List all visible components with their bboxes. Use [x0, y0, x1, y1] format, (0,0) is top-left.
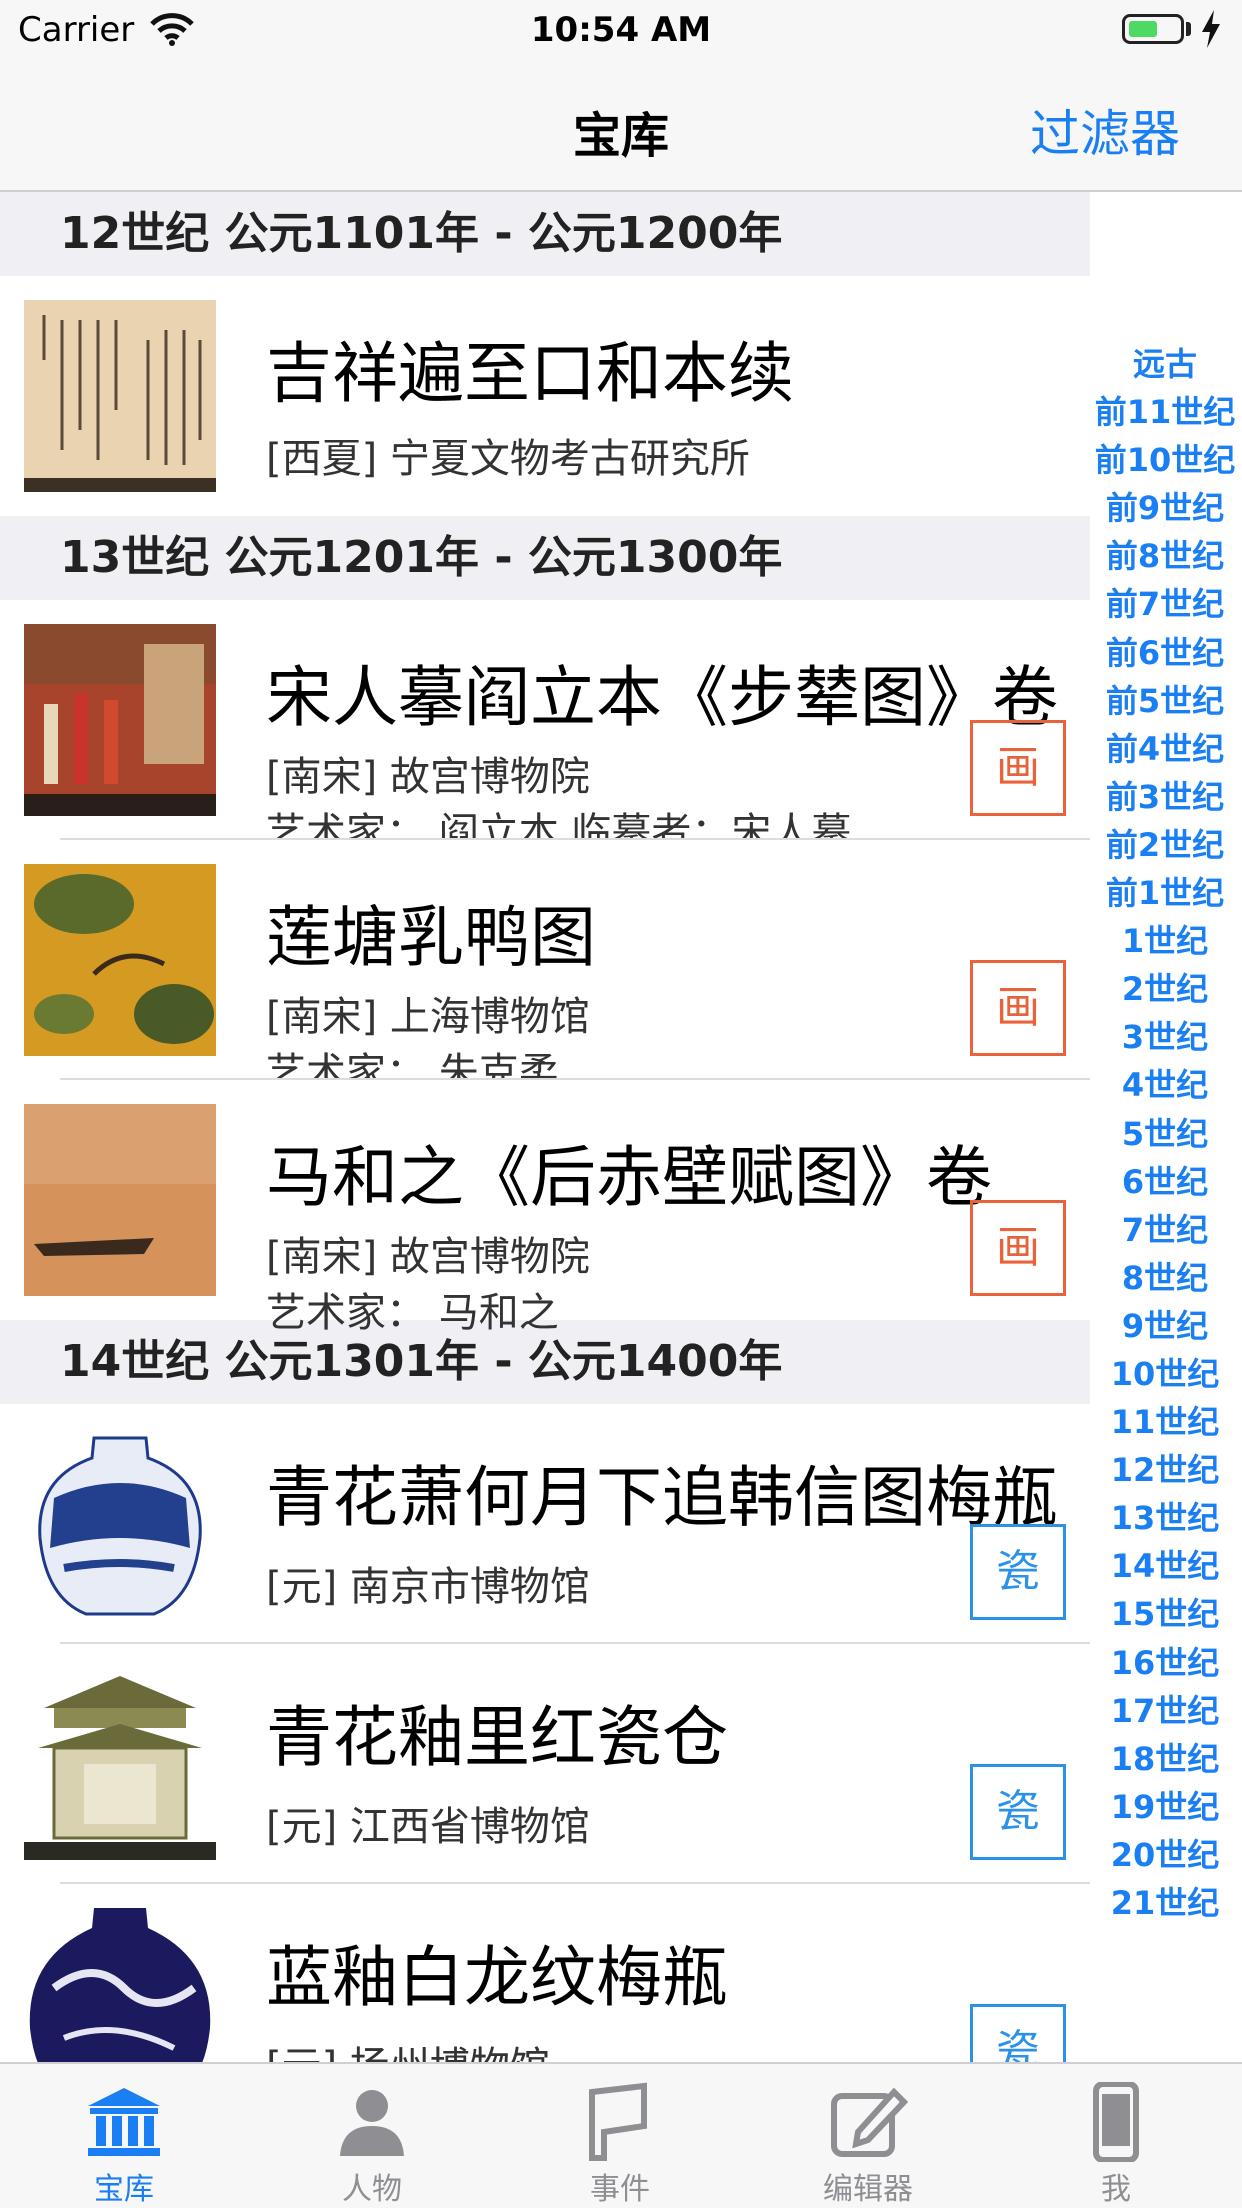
tab-label: 编辑器 [823, 2172, 913, 2207]
list-item[interactable]: 宋人摹阎立本《步辇图》卷 [南宋] 故宫博物院 艺术家： 阎立本 临摹者：宋人摹… [0, 600, 1090, 856]
list-item[interactable]: 青花萧何月下追韩信图梅瓶 [元] 南京市博物馆 瓷 [0, 1404, 1090, 1644]
section-index-item[interactable]: 7世纪 [1094, 1206, 1236, 1254]
section-index-item[interactable]: 前2世纪 [1094, 821, 1236, 869]
item-artist: 艺术家： 马和之 [266, 1290, 559, 1336]
tab-treasury[interactable]: 宝库 [0, 2064, 248, 2210]
section-index-item[interactable]: 8世纪 [1094, 1254, 1236, 1302]
edit-icon [831, 2087, 908, 2157]
tab-events[interactable]: 事件 [496, 2064, 744, 2210]
section-index-item[interactable]: 前10世纪 [1094, 436, 1236, 484]
list-item[interactable]: 蓝釉白龙纹梅瓶 [元] 扬州博物馆 瓷 [0, 1884, 1090, 2062]
porcelain-badge: 瓷 [970, 1524, 1066, 1620]
charging-icon [1200, 10, 1222, 52]
thumbnail [24, 1428, 216, 1620]
section-index-item[interactable]: 21世纪 [1094, 1879, 1236, 1927]
tab-bar: 宝库 人物 事件 编辑器 我 [0, 2062, 1242, 2208]
tab-label: 我 [1101, 2172, 1131, 2207]
item-museum: [元] 扬州博物馆 [266, 2034, 550, 2062]
tab-editor[interactable]: 编辑器 [744, 2064, 992, 2210]
section-index-item[interactable]: 3世纪 [1094, 1013, 1236, 1061]
painting-badge: 画 [970, 1200, 1066, 1296]
section-header: 13世纪 公元1201年 - 公元1300年 [0, 516, 1090, 600]
section-index-item[interactable]: 6世纪 [1094, 1158, 1236, 1206]
treasure-list[interactable]: 12世纪 公元1101年 - 公元1200年 吉祥遍至口和本续 [西夏] 宁夏文… [0, 192, 1090, 2062]
tab-label: 事件 [590, 2172, 650, 2207]
section-index-item[interactable]: 12世纪 [1094, 1446, 1236, 1494]
section-index-item[interactable]: 远古 [1094, 340, 1236, 388]
section-index-item[interactable]: 17世纪 [1094, 1687, 1236, 1735]
section-index-item[interactable]: 9世纪 [1094, 1302, 1236, 1350]
item-title: 蓝釉白龙纹梅瓶 [266, 1939, 728, 2016]
item-museum: [元] 南京市博物馆 [266, 1564, 590, 1610]
section-index-item[interactable]: 14世纪 [1094, 1542, 1236, 1590]
person-icon [340, 2090, 404, 2156]
section-index[interactable]: 远古 前11世纪 前10世纪 前9世纪 前8世纪 前7世纪 前6世纪 前5世纪 前4世纪 前3世纪… [1094, 340, 1236, 1927]
list-item[interactable]: 青花釉里红瓷仓 [元] 江西省博物馆 瓷 [0, 1644, 1090, 1884]
battery-tip [1186, 22, 1191, 36]
tab-people[interactable]: 人物 [248, 2064, 496, 2210]
item-title: 莲塘乳鸭图 [266, 899, 596, 976]
list-item[interactable]: 马和之《后赤壁赋图》卷 [南宋] 故宫博物院 艺术家： 马和之 画 [0, 1080, 1090, 1336]
thumbnail [24, 1668, 216, 1860]
museum-icon [88, 2088, 160, 2156]
item-museum: [南宋] 故宫博物院 [266, 754, 590, 800]
list-item[interactable]: 吉祥遍至口和本续 [西夏] 宁夏文物考古研究所 [0, 276, 1090, 516]
item-title: 青花釉里红瓷仓 [266, 1699, 728, 1776]
section-index-item[interactable]: 16世纪 [1094, 1639, 1236, 1687]
item-museum: [西夏] 宁夏文物考古研究所 [266, 436, 750, 482]
thumbnail [24, 300, 216, 492]
porcelain-badge: 瓷 [970, 1764, 1066, 1860]
section-index-item[interactable]: 11世纪 [1094, 1398, 1236, 1446]
section-index-item[interactable]: 前7世纪 [1094, 580, 1236, 628]
painting-badge: 画 [970, 960, 1066, 1056]
tab-me[interactable]: 我 [992, 2064, 1240, 2210]
section-index-item[interactable]: 20世纪 [1094, 1831, 1236, 1879]
thumbnail [24, 864, 216, 1056]
battery-icon [1122, 14, 1184, 44]
section-index-item[interactable]: 18世纪 [1094, 1735, 1236, 1783]
phone-icon [1093, 2082, 1139, 2162]
section-index-item[interactable]: 前9世纪 [1094, 484, 1236, 532]
section-index-item[interactable]: 前1世纪 [1094, 869, 1236, 917]
item-museum: [元] 江西省博物馆 [266, 1804, 590, 1850]
porcelain-badge: 瓷 [970, 2004, 1066, 2062]
section-index-item[interactable]: 19世纪 [1094, 1783, 1236, 1831]
item-title: 青花萧何月下追韩信图梅瓶 [266, 1459, 1058, 1536]
item-title: 马和之《后赤壁赋图》卷 [266, 1139, 992, 1216]
thumbnail [24, 1104, 216, 1296]
section-index-item[interactable]: 13世纪 [1094, 1494, 1236, 1542]
tab-label: 人物 [342, 2172, 402, 2207]
section-index-item[interactable]: 15世纪 [1094, 1590, 1236, 1638]
tab-label: 宝库 [94, 2172, 154, 2207]
item-title: 吉祥遍至口和本续 [266, 335, 794, 412]
section-index-item[interactable]: 前5世纪 [1094, 677, 1236, 725]
section-index-item[interactable]: 2世纪 [1094, 965, 1236, 1013]
item-museum: [南宋] 上海博物馆 [266, 994, 590, 1040]
navigation-bar: 宝库 过滤器 [0, 60, 1242, 192]
thumbnail [24, 624, 216, 816]
section-header: 12世纪 公元1101年 - 公元1200年 [0, 192, 1090, 276]
item-museum: [南宋] 故宫博物院 [266, 1234, 590, 1280]
status-bar: Carrier 10:54 AM [0, 0, 1242, 60]
painting-badge: 画 [970, 720, 1066, 816]
thumbnail [24, 1908, 216, 2062]
section-index-item[interactable]: 10世纪 [1094, 1350, 1236, 1398]
section-index-item[interactable]: 4世纪 [1094, 1061, 1236, 1109]
item-title: 宋人摹阎立本《步辇图》卷 [266, 659, 1058, 736]
section-index-item[interactable]: 前3世纪 [1094, 773, 1236, 821]
flag-icon [589, 2082, 647, 2161]
section-index-item[interactable]: 5世纪 [1094, 1110, 1236, 1158]
clock: 10:54 AM [530, 10, 712, 50]
list-item[interactable]: 莲塘乳鸭图 [南宋] 上海博物馆 艺术家： 朱克柔 画 [0, 840, 1090, 1096]
section-index-item[interactable]: 前11世纪 [1094, 388, 1236, 436]
section-index-item[interactable]: 1世纪 [1094, 917, 1236, 965]
section-index-item[interactable]: 前6世纪 [1094, 629, 1236, 677]
section-index-item[interactable]: 前8世纪 [1094, 532, 1236, 580]
filter-button[interactable]: 过滤器 [1030, 94, 1180, 166]
section-index-item[interactable]: 前4世纪 [1094, 725, 1236, 773]
